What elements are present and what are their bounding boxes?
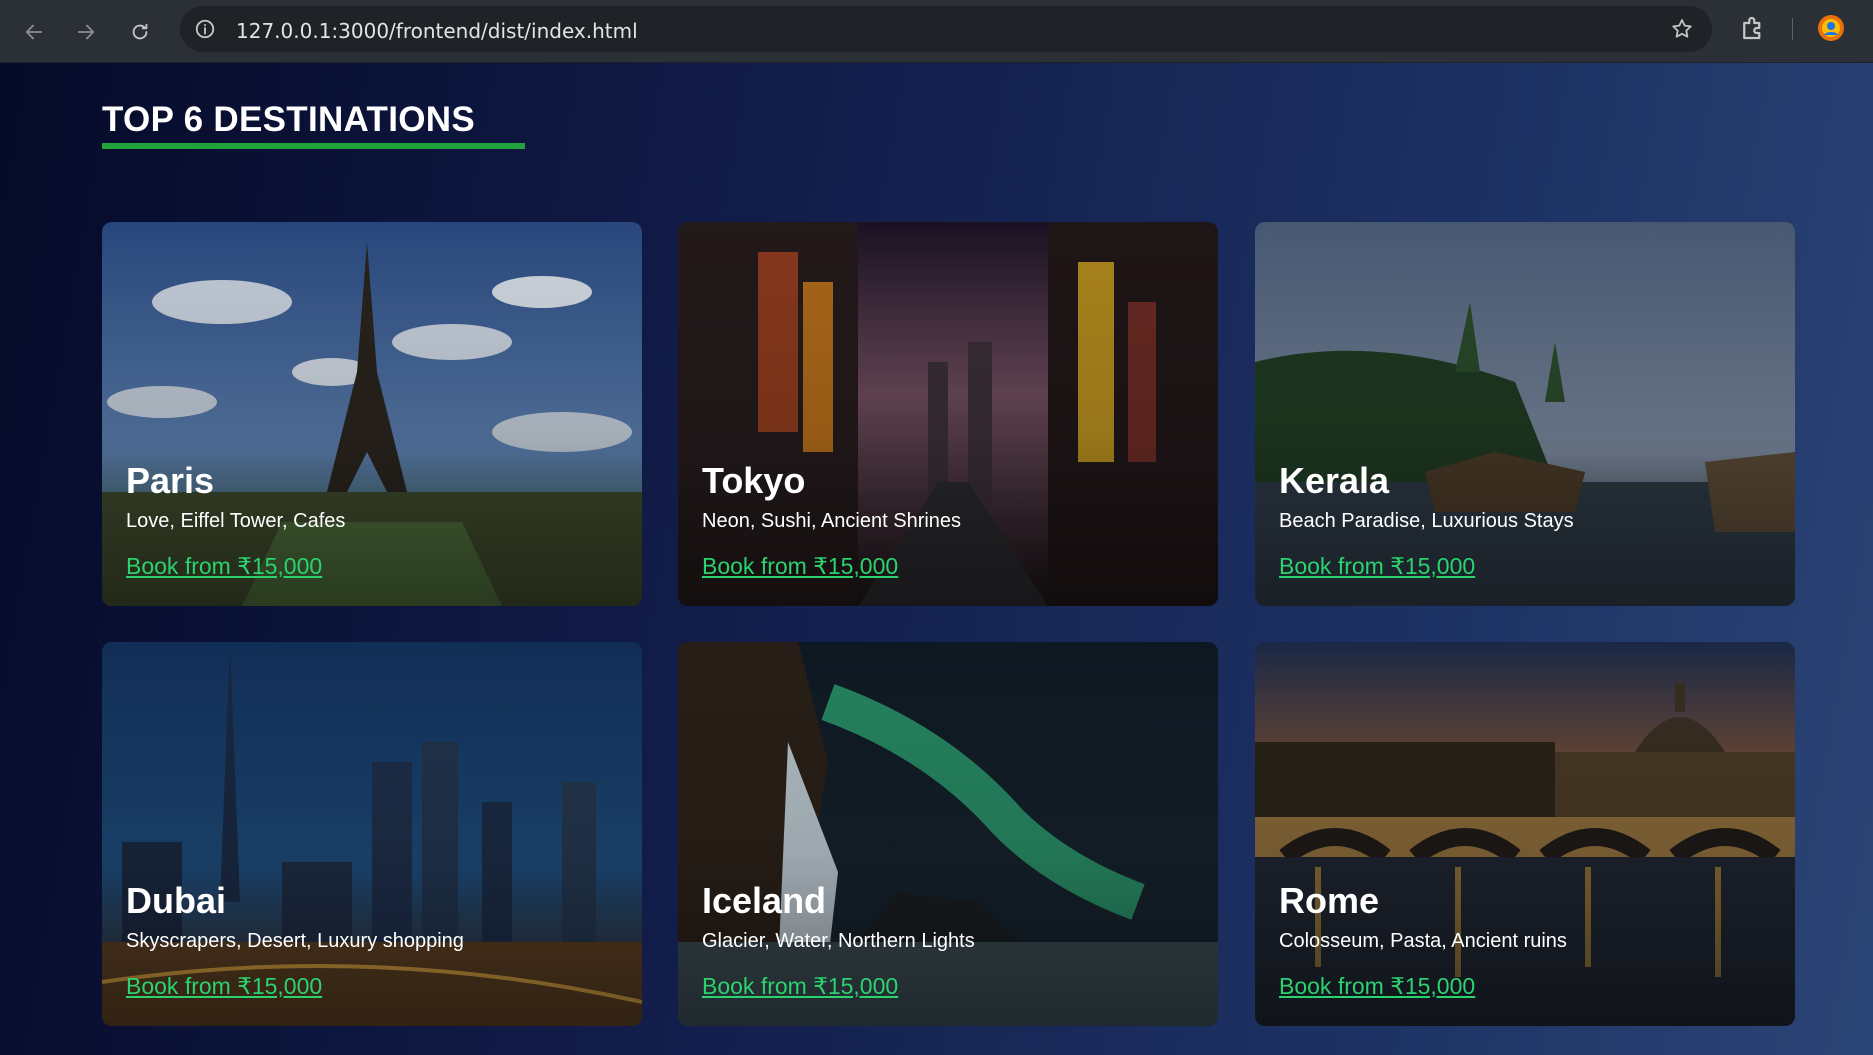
book-link[interactable]: Book from ₹15,000: [126, 973, 322, 1000]
reload-button[interactable]: [120, 12, 160, 52]
destination-description: Colosseum, Pasta, Ancient ruins: [1279, 930, 1567, 952]
card-overlay: [678, 222, 1218, 606]
extensions-puzzle-icon[interactable]: [1738, 13, 1768, 43]
profile-avatar-icon[interactable]: [1816, 13, 1846, 43]
destination-card-iceland[interactable]: Iceland Glacier, Water, Northern Lights …: [678, 642, 1218, 1026]
section-heading: TOP 6 DESTINATIONS: [102, 100, 475, 139]
destination-card-tokyo[interactable]: Tokyo Neon, Sushi, Ancient Shrines Book …: [678, 222, 1218, 606]
book-link[interactable]: Book from ₹15,000: [702, 553, 898, 580]
destination-title: Tokyo: [702, 460, 806, 501]
card-overlay: [1255, 222, 1795, 606]
heading-underline: [102, 143, 525, 149]
destination-title: Paris: [126, 460, 215, 501]
card-overlay: [1255, 642, 1795, 1026]
destination-card-kerala[interactable]: Kerala Beach Paradise, Luxurious Stays B…: [1255, 222, 1795, 606]
address-bar[interactable]: 127.0.0.1:3000/frontend/dist/index.html: [180, 6, 1712, 52]
book-link[interactable]: Book from ₹15,000: [702, 973, 898, 1000]
book-link[interactable]: Book from ₹15,000: [1279, 553, 1475, 580]
destination-description: Love, Eiffel Tower, Cafes: [126, 510, 346, 532]
url-text[interactable]: 127.0.0.1:3000/frontend/dist/index.html: [236, 19, 638, 43]
book-link[interactable]: Book from ₹15,000: [1279, 973, 1475, 1000]
destination-card-paris[interactable]: Paris Love, Eiffel Tower, Cafes Book fro…: [102, 222, 642, 606]
arrow-left-icon: [25, 24, 43, 40]
bookmark-star-icon[interactable]: [1670, 17, 1694, 41]
book-link[interactable]: Book from ₹15,000: [126, 553, 322, 580]
arrow-right-icon: [77, 24, 95, 40]
destination-title: Kerala: [1279, 460, 1390, 501]
info-icon[interactable]: [194, 18, 216, 40]
page-content: TOP 6 DESTINATIONS Paris Love, Eiffel To…: [0, 63, 1873, 1055]
destination-description: Beach Paradise, Luxurious Stays: [1279, 510, 1574, 532]
destination-card-rome[interactable]: Rome Colosseum, Pasta, Ancient ruins Boo…: [1255, 642, 1795, 1026]
forward-button[interactable]: [66, 12, 106, 52]
destination-title: Iceland: [702, 880, 827, 921]
destination-description: Skyscrapers, Desert, Luxury shopping: [126, 930, 464, 952]
toolbar-divider: [1792, 18, 1793, 40]
reload-icon: [132, 23, 148, 40]
back-button[interactable]: [14, 12, 54, 52]
destination-title: Dubai: [126, 880, 227, 921]
browser-toolbar: 127.0.0.1:3000/frontend/dist/index.html: [0, 0, 1873, 63]
card-overlay: [102, 222, 642, 606]
destination-description: Glacier, Water, Northern Lights: [702, 930, 975, 952]
card-overlay: [678, 642, 1218, 1026]
destination-description: Neon, Sushi, Ancient Shrines: [702, 510, 962, 532]
card-overlay: [102, 642, 642, 1026]
destination-card-dubai[interactable]: Dubai Skyscrapers, Desert, Luxury shoppi…: [102, 642, 642, 1026]
destination-title: Rome: [1279, 880, 1380, 921]
